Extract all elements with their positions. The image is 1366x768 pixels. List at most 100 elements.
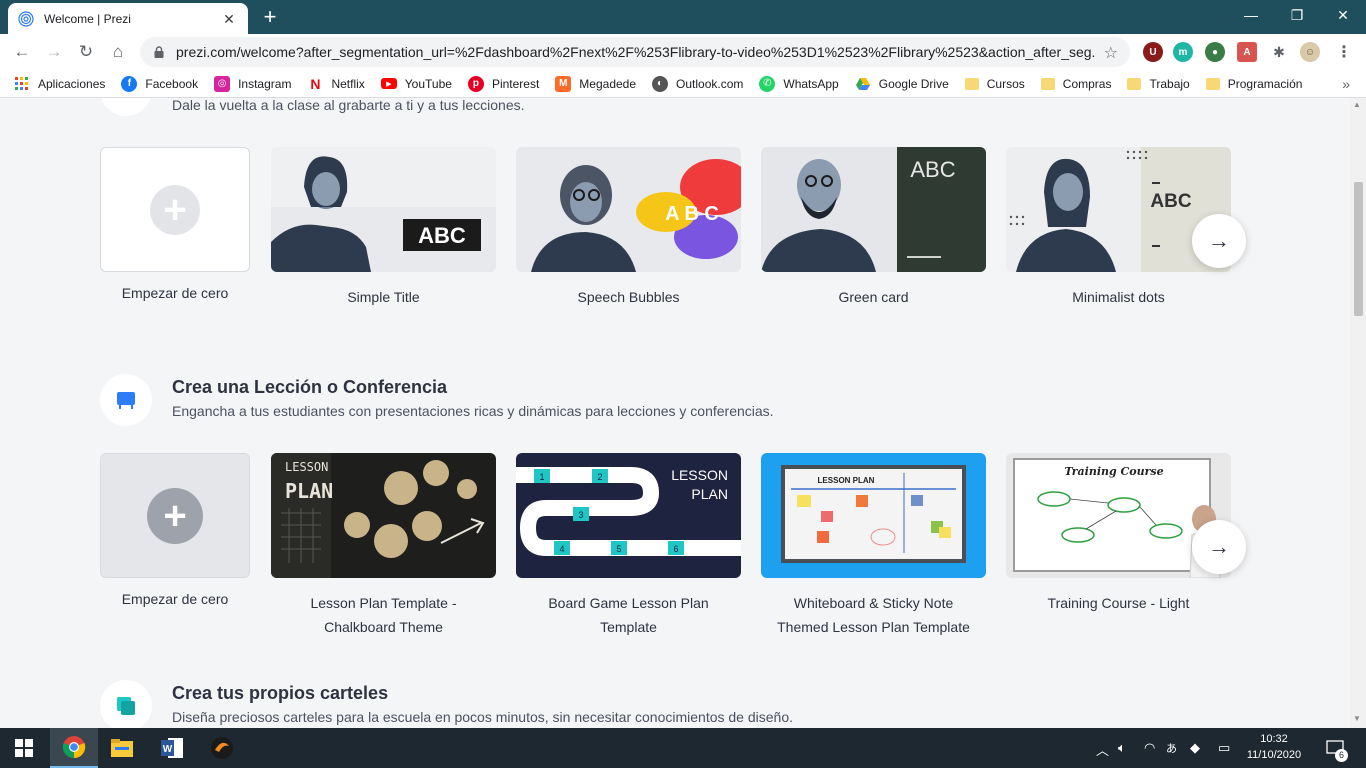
start-blank-label: Empezar de cero: [121, 285, 229, 301]
extensions-puzzle-icon[interactable]: ✱: [1269, 42, 1289, 62]
restore-icon[interactable]: ❐: [1274, 0, 1320, 30]
language-icon[interactable]: あ: [1166, 740, 1177, 756]
speech-bubbles-thumbnail: A B C: [516, 147, 741, 272]
bookmark-folder-compras[interactable]: Compras: [1040, 76, 1112, 91]
bookmark-google-drive[interactable]: Google Drive: [855, 76, 949, 92]
video-section-subtitle: Dale la vuelta a la clase al grabarte a …: [172, 98, 525, 113]
posters-section-subtitle: Diseña preciosos carteles para la escuel…: [172, 709, 794, 725]
start-blank-lesson-card[interactable]: +: [100, 453, 250, 578]
lesson-section-subtitle: Engancha a tus estudiantes con presentac…: [172, 403, 774, 419]
carousel-next-arrow-icon[interactable]: →: [1192, 214, 1246, 268]
notifications-icon[interactable]: 6: [1322, 736, 1348, 762]
chalkboard-art-text-2: PLAN: [285, 479, 333, 503]
wifi-icon[interactable]: ◠: [1144, 740, 1155, 756]
simple-title-thumbnail: ABC: [271, 147, 496, 272]
speech-bubbles-art-text: A B C: [665, 203, 719, 225]
template-label: Minimalist dots: [1072, 289, 1165, 305]
megadede-icon: M: [555, 75, 572, 92]
green-card-art-text: ABC: [910, 157, 955, 182]
bookmark-folder-cursos[interactable]: Cursos: [964, 77, 1025, 91]
bookmark-folder-trabajo[interactable]: Trabajo: [1127, 77, 1190, 91]
template-label-line-1: Board Game Lesson Plan: [548, 595, 709, 611]
browser-toolbar: ← → ↻ ⌂ prezi.com/welcome?after_segmenta…: [0, 34, 1366, 70]
bookmark-label: Netflix: [331, 76, 365, 91]
globe-extension-icon[interactable]: ●: [1205, 42, 1225, 62]
word-taskbar-icon[interactable]: W: [148, 728, 196, 768]
address-bar[interactable]: prezi.com/welcome?after_segmentation_url…: [140, 37, 1130, 67]
facebook-icon: f: [121, 75, 138, 92]
whiteboard-thumbnail: LESSON PLAN: [761, 453, 986, 578]
app-taskbar-icon[interactable]: [198, 728, 246, 768]
template-card-simple-title[interactable]: ABC: [271, 147, 496, 272]
profile-avatar[interactable]: ☺: [1300, 42, 1320, 62]
board-square-label: 6: [673, 544, 678, 554]
bookmarks-overflow-icon[interactable]: »: [1342, 76, 1350, 92]
template-label: Green card: [838, 289, 909, 305]
bookmark-apps[interactable]: Aplicaciones: [14, 76, 105, 92]
board-square-label: 2: [597, 472, 602, 482]
instagram-icon: ◎: [214, 75, 231, 92]
pdf-extension-icon[interactable]: A: [1237, 42, 1257, 62]
template-card-speech-bubbles[interactable]: A B C: [516, 147, 741, 272]
template-card-whiteboard[interactable]: LESSON PLAN: [761, 453, 986, 578]
svg-text:W: W: [163, 744, 173, 755]
reload-icon[interactable]: ↻: [72, 38, 100, 66]
bookmark-megadede[interactable]: M Megadede: [555, 75, 637, 92]
folder-icon: [964, 77, 979, 90]
bookmark-youtube[interactable]: ▶ YouTube: [380, 77, 452, 91]
outlook-icon: ◐: [652, 75, 669, 92]
new-tab-icon[interactable]: +: [258, 6, 282, 30]
bookmark-instagram[interactable]: ◎ Instagram: [214, 75, 291, 92]
file-explorer-taskbar-icon[interactable]: [98, 728, 146, 768]
page-scrollbar[interactable]: ▲ ▼: [1350, 98, 1366, 728]
bookmark-star-icon[interactable]: ☆: [1104, 43, 1118, 63]
netflix-icon: N: [310, 75, 321, 92]
simple-title-art-text: ABC: [418, 223, 466, 248]
folder-icon: [1040, 77, 1055, 90]
system-clock[interactable]: 10:32 11/10/2020: [1244, 731, 1304, 763]
carousel-next-arrow-icon[interactable]: →: [1192, 520, 1246, 574]
poster-stack-icon: [117, 697, 135, 715]
bookmark-netflix[interactable]: N Netflix: [307, 76, 364, 92]
forward-arrow-icon[interactable]: →: [40, 38, 68, 66]
mendeley-extension-icon[interactable]: m: [1173, 42, 1193, 62]
bookmark-pinterest[interactable]: p Pinterest: [467, 75, 539, 92]
bookmark-whatsapp[interactable]: ✆ WhatsApp: [759, 75, 839, 92]
scroll-thumb[interactable]: [1354, 182, 1363, 316]
battery-icon[interactable]: ▭: [1218, 740, 1230, 756]
board-square-label: 1: [539, 472, 544, 482]
minimize-icon[interactable]: —: [1228, 0, 1274, 30]
lesson-section-title: Crea una Lección o Conferencia: [172, 377, 448, 397]
dropbox-icon[interactable]: ◆: [1190, 740, 1200, 756]
board-game-art-text-2: PLAN: [691, 486, 728, 502]
bookmark-label: Aplicaciones: [38, 76, 106, 91]
template-card-green-card[interactable]: ABC: [761, 147, 986, 272]
chrome-menu-icon[interactable]: ⋮: [1334, 42, 1354, 62]
scroll-up-icon[interactable]: ▲: [1353, 100, 1361, 109]
bookmark-folder-programacion[interactable]: Programación: [1205, 77, 1302, 91]
scroll-down-icon[interactable]: ▼: [1353, 714, 1361, 723]
tray-chevron-icon[interactable]: ︿: [1096, 740, 1109, 759]
bookmark-label: Megadede: [579, 76, 637, 91]
close-window-icon[interactable]: ✕: [1320, 0, 1366, 30]
template-label-line-1: Training Course - Light: [1047, 595, 1190, 611]
pinterest-icon: p: [467, 75, 484, 92]
start-blank-video-card[interactable]: +: [100, 147, 250, 272]
bookmark-facebook[interactable]: f Facebook: [121, 75, 198, 92]
chrome-taskbar-icon[interactable]: [50, 728, 98, 768]
tab-close-icon[interactable]: ✕: [220, 10, 238, 28]
bookmark-label: Compras: [1062, 76, 1112, 91]
template-card-board-game[interactable]: 1 2 3 4 5 6 LESSON PLAN: [516, 453, 741, 578]
lesson-section-icon: [100, 374, 152, 426]
template-label-line-2: Themed Lesson Plan Template: [777, 619, 970, 635]
back-arrow-icon[interactable]: ←: [8, 38, 36, 66]
browser-tab[interactable]: Welcome | Prezi ✕: [8, 3, 248, 34]
ublock-extension-icon[interactable]: U: [1143, 42, 1163, 62]
volume-icon[interactable]: 🔈︎: [1118, 740, 1126, 756]
home-icon[interactable]: ⌂: [104, 38, 132, 66]
bookmark-outlook[interactable]: ◐ Outlook.com: [652, 75, 743, 92]
browser-tab-strip: Welcome | Prezi ✕ + — ❐ ✕: [0, 0, 1366, 34]
presentation-board-icon: [117, 392, 135, 409]
template-card-chalkboard[interactable]: LESSON PLAN: [271, 453, 496, 578]
windows-start-icon[interactable]: [0, 728, 48, 768]
